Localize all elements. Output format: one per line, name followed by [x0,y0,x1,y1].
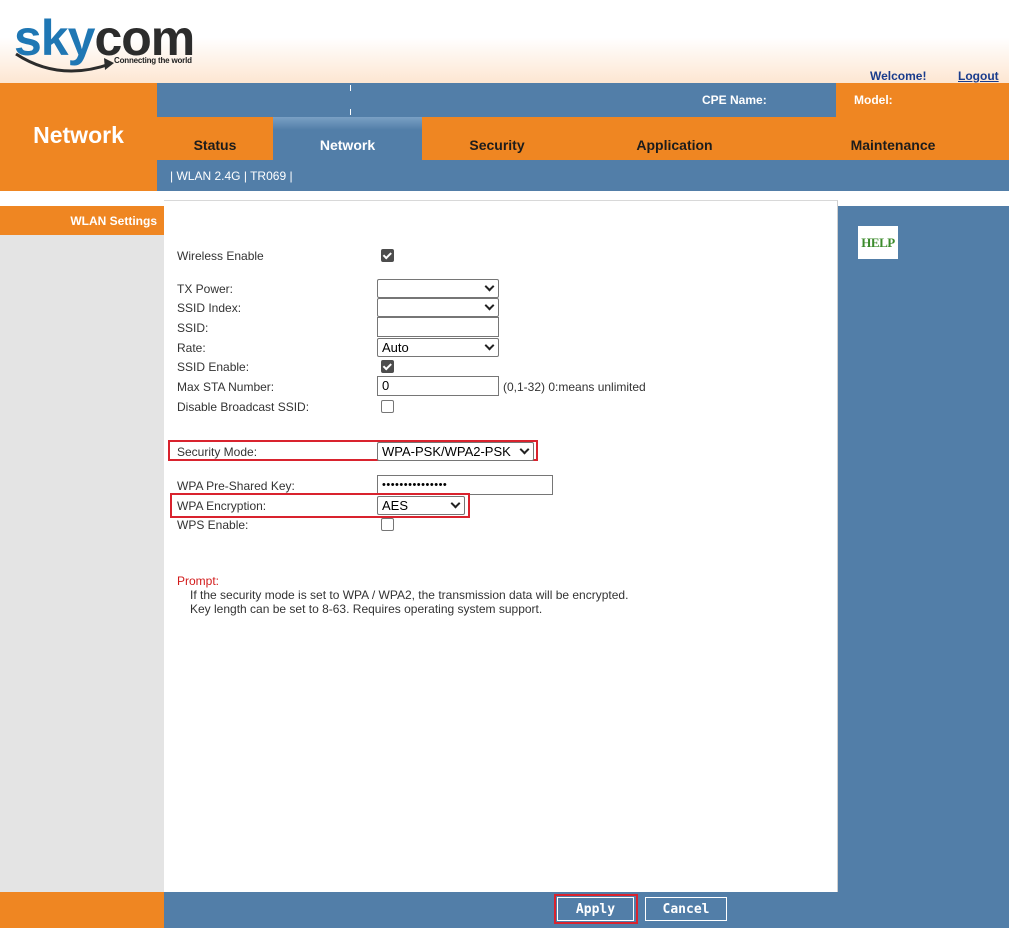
help-button[interactable]: HELP [858,226,898,259]
help-label: HELP [861,234,895,250]
ssid-index-select[interactable] [377,298,499,317]
security-mode-label: Security Mode: [177,445,258,459]
chevron-down-icon [484,300,495,311]
tab-network[interactable]: Network [273,117,422,160]
wpa-encryption-label: WPA Encryption: [177,499,267,513]
wps-enable-label: WPS Enable: [177,518,249,532]
prompt-title: Prompt: [177,574,220,588]
ssid-enable-checkbox[interactable] [381,360,394,373]
ssid-enable-label: SSID Enable: [177,360,250,374]
tab-maintenance[interactable]: Maintenance [777,117,1009,160]
logout-link[interactable]: Logout [958,69,999,83]
footer-left-block [0,892,164,928]
tab-application[interactable]: Application [572,117,777,160]
help-panel [838,206,1009,928]
cpe-name-label: CPE Name: [702,93,767,107]
subnav-tr069[interactable]: TR069 [250,169,286,183]
welcome-text: Welcome! [870,69,927,83]
disable-broadcast-label: Disable Broadcast SSID: [177,400,310,414]
sidebar-item-wlan-settings[interactable]: WLAN Settings [0,206,164,235]
section-title: Network [33,122,124,148]
sub-navigation: | WLAN 2.4G | TR069 | [157,160,1009,191]
cancel-button[interactable]: Cancel [645,897,727,921]
model-label: Model: [854,93,893,107]
tx-power-label: TX Power: [177,282,234,296]
sidebar-item-label: WLAN Settings [70,214,157,228]
wps-enable-checkbox[interactable] [381,518,394,531]
left-sidebar [0,206,164,892]
wireless-enable-checkbox[interactable] [381,249,394,262]
wpa-key-label: WPA Pre-Shared Key: [177,479,295,493]
disable-broadcast-checkbox[interactable] [381,400,394,413]
logo-tagline: Connecting the world [114,56,192,65]
footer-bar [164,892,838,928]
ssid-index-label: SSID Index: [177,301,242,315]
security-mode-select[interactable]: WPA-PSK/WPA2-PSK [377,442,534,461]
max-sta-hint: (0,1-32) 0:means unlimited [503,380,646,394]
wireless-enable-label: Wireless Enable [177,249,264,263]
tab-security[interactable]: Security [422,117,572,160]
chevron-down-icon [450,498,461,509]
tx-power-select[interactable] [377,279,499,298]
main-tab-bar: Status Network Security Application Main… [157,117,1009,160]
skycom-logo: skycom Connecting the world [14,12,199,78]
main-content [164,200,838,892]
subnav-wlan-2-4g[interactable]: WLAN 2.4G [176,169,240,183]
ssid-input[interactable] [377,317,499,337]
chevron-down-icon [484,281,495,292]
prompt-line: If the security mode is set to WPA / WPA… [190,588,629,602]
apply-button[interactable]: Apply [557,897,634,921]
ssid-label: SSID: [177,321,209,335]
wpa-key-input[interactable]: ••••••••••••••• [377,475,553,495]
info-bar-tick [350,109,351,115]
prompt-line: Key length can be set to 8-63. Requires … [190,602,543,616]
chevron-down-icon [519,444,530,455]
logo-arc-arrow-icon [15,52,114,73]
max-sta-label: Max STA Number: [177,380,275,394]
tab-status[interactable]: Status [157,117,273,160]
wpa-encryption-select[interactable]: AES [377,496,465,515]
subnav-links: | WLAN 2.4G | TR069 | [170,169,293,183]
rate-label: Rate: [177,341,206,355]
rate-select[interactable]: Auto [377,338,499,357]
max-sta-input[interactable]: 0 [377,376,499,396]
info-bar-tick [350,85,351,91]
chevron-down-icon [484,340,495,351]
